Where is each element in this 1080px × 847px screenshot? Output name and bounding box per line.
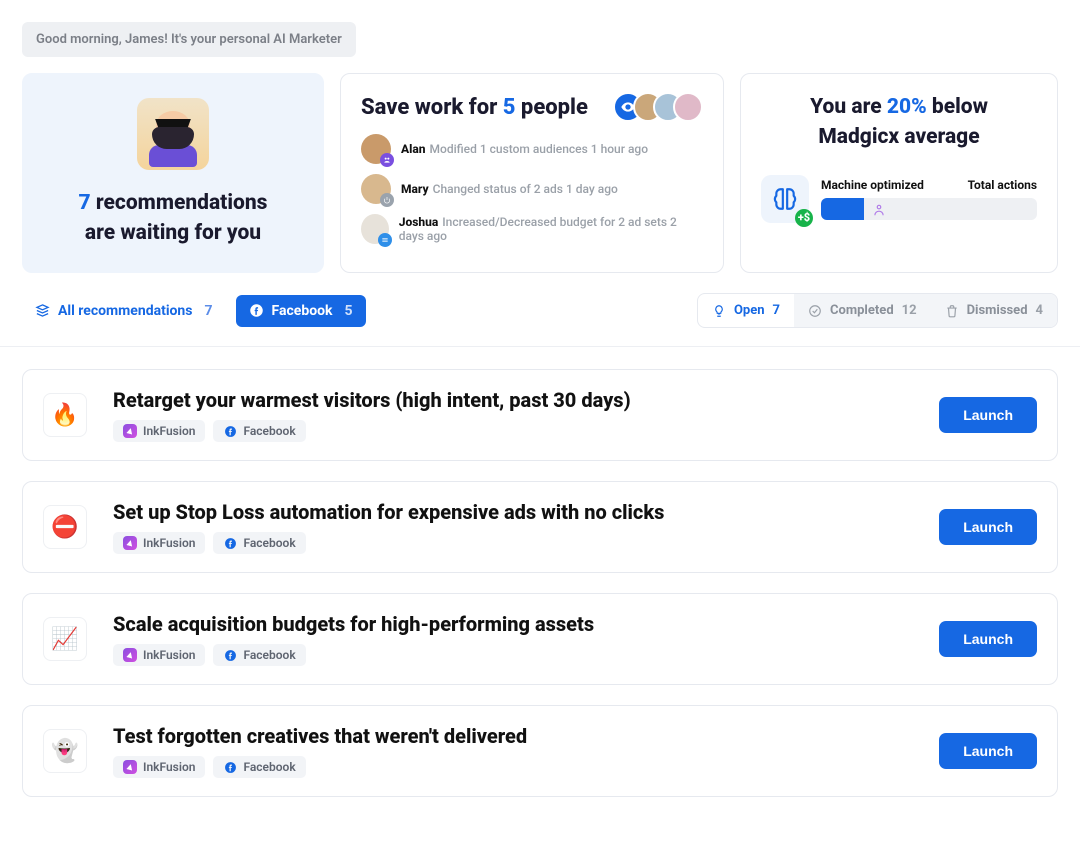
person-icon (872, 202, 886, 216)
segment-open[interactable]: Open 7 (698, 294, 794, 327)
facebook-icon (223, 648, 237, 662)
recommendation-emoji-icon: 📈 (43, 617, 87, 661)
save-work-card: Save work for 5 people Alan Modified 1 cu… (340, 73, 724, 273)
tag-account[interactable]: InkFusion (113, 756, 205, 778)
activity-user: Mary (401, 182, 429, 196)
activity-row: JoshuaIncreased/Decreased budget for 2 a… (361, 214, 703, 244)
benchmark-card: You are 20% below Madgicx average +$ Mac… (740, 73, 1058, 273)
facebook-icon (249, 303, 264, 318)
label-total-actions: Total actions (968, 178, 1037, 192)
recommendation-emoji-icon: 👻 (43, 729, 87, 773)
segment-completed-count: 12 (902, 303, 917, 318)
tag-account[interactable]: InkFusion (113, 644, 205, 666)
inkfusion-icon (123, 536, 137, 550)
filter-all-recommendations[interactable]: All recommendations 7 (22, 295, 226, 327)
ai-marketer-avatar (137, 98, 209, 170)
ai-brain-icon: +$ (761, 175, 809, 223)
filter-all-count: 7 (204, 303, 212, 319)
audience-icon (380, 153, 394, 167)
activity-row: Mary Changed status of 2 ads 1 day ago (361, 174, 703, 204)
inkfusion-icon (123, 424, 137, 438)
check-circle-icon (808, 304, 822, 318)
recommendation-title: Test forgotten creatives that weren't de… (113, 724, 913, 748)
recommendation-card[interactable]: ⛔ Set up Stop Loss automation for expens… (22, 481, 1058, 573)
power-icon (380, 193, 394, 207)
plus-dollar-badge: +$ (795, 209, 813, 227)
segment-completed[interactable]: Completed 12 (794, 294, 931, 327)
avatar (361, 174, 391, 204)
label-machine-optimized: Machine optimized (821, 178, 924, 192)
segment-open-count: 7 (773, 303, 780, 318)
recommendations-count: 7 (79, 191, 91, 215)
activity-desc: Changed status of 2 ads 1 day ago (433, 182, 618, 196)
trash-icon (945, 304, 959, 318)
tag-channel[interactable]: Facebook (213, 420, 305, 442)
optimization-progress-bar (821, 198, 1037, 220)
tag-channel[interactable]: Facebook (213, 756, 305, 778)
facebook-icon (223, 424, 237, 438)
facebook-icon (223, 536, 237, 550)
recommendation-emoji-icon: 🔥 (43, 393, 87, 437)
recommendation-title: Set up Stop Loss automation for expensiv… (113, 500, 913, 524)
launch-button[interactable]: Launch (939, 509, 1037, 545)
greeting-banner: Good morning, James! It's your personal … (22, 22, 356, 57)
save-work-count: 5 (503, 95, 516, 120)
filter-facebook-count: 5 (345, 303, 353, 319)
activity-user: Alan (401, 142, 426, 156)
activity-desc: Increased/Decreased budget for 2 ad sets… (399, 215, 677, 243)
recommendation-card[interactable]: 🔥 Retarget your warmest visitors (high i… (22, 369, 1058, 461)
save-work-title: Save work for 5 people (361, 95, 588, 120)
optimization-progress-fill (821, 198, 864, 220)
inkfusion-icon (123, 648, 137, 662)
launch-button[interactable]: Launch (939, 397, 1037, 433)
launch-button[interactable]: Launch (939, 733, 1037, 769)
tag-channel[interactable]: Facebook (213, 532, 305, 554)
activity-desc: Modified 1 custom audiences 1 hour ago (430, 142, 649, 156)
avatar (673, 92, 703, 122)
segment-dismissed[interactable]: Dismissed 4 (931, 294, 1057, 327)
facebook-icon (223, 760, 237, 774)
launch-button[interactable]: Launch (939, 621, 1037, 657)
recommendation-title: Retarget your warmest visitors (high int… (113, 388, 913, 412)
recommendations-summary-card: 7 recommendations are waiting for you (22, 73, 324, 273)
people-avatar-stack[interactable] (613, 92, 703, 122)
benchmark-title: You are 20% below Madgicx average (761, 92, 1037, 153)
activity-user: Joshua (399, 215, 439, 229)
avatar (361, 214, 389, 244)
segment-dismissed-count: 4 (1036, 303, 1043, 318)
divider (0, 346, 1080, 347)
tag-channel[interactable]: Facebook (213, 644, 305, 666)
recommendations-summary-text: 7 recommendations are waiting for you (79, 188, 268, 249)
activity-row: Alan Modified 1 custom audiences 1 hour a… (361, 134, 703, 164)
lightbulb-icon (712, 304, 726, 318)
recommendation-title: Scale acquisition budgets for high-perfo… (113, 612, 913, 636)
benchmark-percent: 20% (887, 95, 927, 119)
stack-icon (35, 303, 50, 318)
avatar (361, 134, 391, 164)
recommendation-emoji-icon: ⛔ (43, 505, 87, 549)
inkfusion-icon (123, 760, 137, 774)
recommendation-card[interactable]: 📈 Scale acquisition budgets for high-per… (22, 593, 1058, 685)
tag-account[interactable]: InkFusion (113, 420, 205, 442)
tag-account[interactable]: InkFusion (113, 532, 205, 554)
budget-icon (378, 233, 392, 247)
filter-facebook[interactable]: Facebook 5 (236, 295, 366, 327)
recommendation-card[interactable]: 👻 Test forgotten creatives that weren't … (22, 705, 1058, 797)
status-segmented-control: Open 7 Completed 12 Dismissed 4 (697, 293, 1058, 328)
